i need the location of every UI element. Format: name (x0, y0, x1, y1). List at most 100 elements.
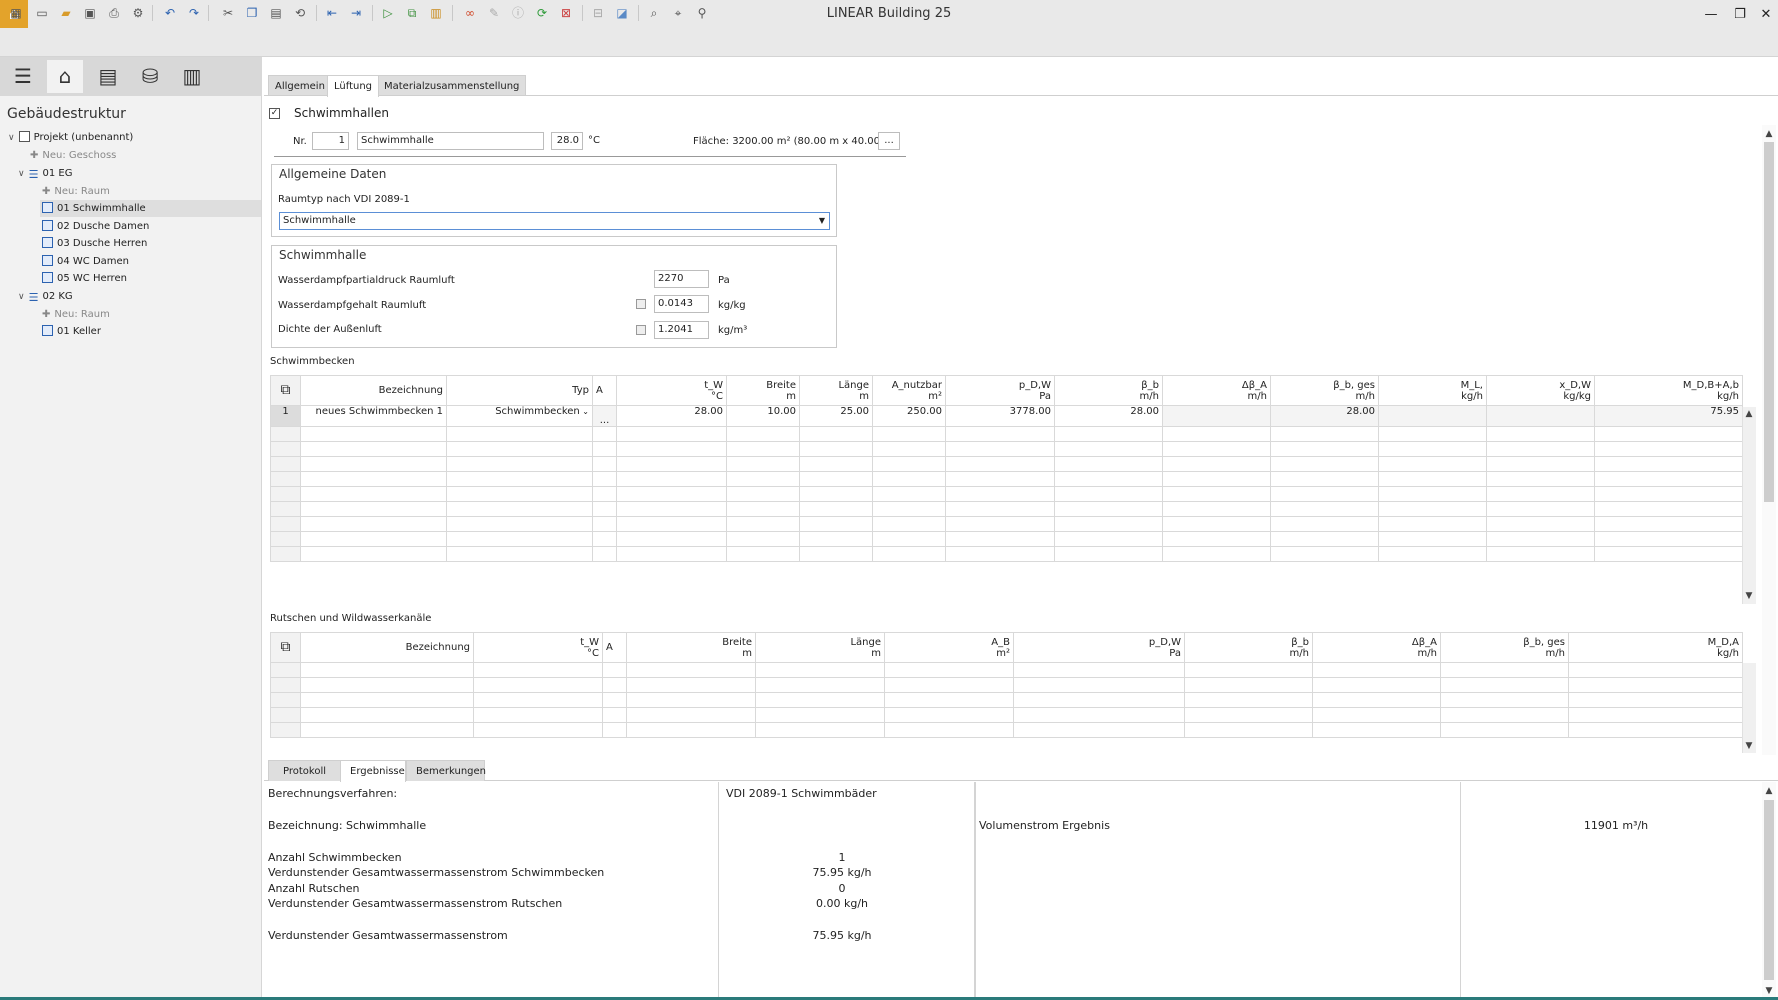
tree-item-new-room[interactable]: ✚ Neu: Raum (42, 306, 260, 323)
table-cell[interactable]: 10.00 (726, 405, 800, 427)
column-header[interactable]: Δβ_A m/h (1312, 632, 1441, 663)
table-cell[interactable] (1486, 405, 1595, 427)
open-folder-icon[interactable]: ▰ (56, 3, 76, 23)
table-cell[interactable]: 3778.00 (945, 405, 1055, 427)
list-icon[interactable]: ▤ (90, 60, 126, 93)
column-header[interactable]: A_nutzbar m² (872, 375, 946, 406)
tree-item-new-room[interactable]: ✚ Neu: Raum (42, 183, 260, 200)
chevron-down-icon[interactable]: ∨ (18, 169, 25, 179)
copy-icon[interactable]: ⧉ (270, 375, 301, 406)
cut-icon[interactable]: ✂ (218, 3, 238, 23)
save-icon[interactable]: ▣ (80, 3, 100, 23)
add-doc-icon[interactable]: ▷ (378, 3, 398, 23)
image-icon[interactable]: ◪ (612, 3, 632, 23)
temperature-field[interactable]: 28.0 (551, 132, 583, 150)
new-file-icon[interactable]: ▭ (32, 3, 52, 23)
room-name-field[interactable]: Schwimmhalle (357, 132, 544, 150)
column-header[interactable]: A (592, 375, 617, 406)
main-scrollbar-thumb[interactable] (1764, 142, 1774, 502)
table-row[interactable] (270, 707, 1743, 723)
column-header[interactable]: t_W °C (616, 375, 727, 406)
tree-item-room[interactable]: 03 Dusche Herren (42, 235, 260, 252)
tree-item-room-schwimmhalle[interactable]: 01 Schwimmhalle (40, 200, 261, 217)
sync-icon[interactable]: ⟳ (532, 3, 552, 23)
chevron-down-icon[interactable]: ∨ (8, 133, 15, 143)
scroll-down-icon[interactable]: ▼ (1742, 741, 1756, 751)
nr-field[interactable]: 1 (312, 132, 349, 150)
measure-icon[interactable]: ⊟ (588, 3, 608, 23)
tree-item-room[interactable]: 04 WC Damen (42, 253, 260, 270)
table-row[interactable] (270, 486, 1743, 502)
column-header[interactable]: β_b m/h (1184, 632, 1313, 663)
scroll-up-icon[interactable]: ▲ (1762, 129, 1776, 139)
minimize-icon[interactable]: — (1700, 5, 1722, 25)
column-header[interactable]: β_b, ges m/h (1270, 375, 1379, 406)
rutschen-scrollbar[interactable] (1742, 663, 1756, 753)
grid-icon[interactable]: ▦ (6, 3, 26, 23)
duplicate-icon[interactable]: ⧉ (402, 3, 422, 23)
table-row[interactable] (270, 516, 1743, 532)
restore-icon[interactable]: ❐ (1729, 5, 1751, 25)
zoom-icon[interactable]: ⌕ (644, 3, 664, 23)
tab-ergebnisse[interactable]: Ergebnisse (340, 760, 406, 782)
tree-item-project[interactable]: ∨ Projekt (unbenannt) (8, 129, 260, 146)
paste-icon[interactable]: ▤ (266, 3, 286, 23)
database-icon[interactable]: ⛁ (132, 60, 168, 93)
report-icon[interactable]: ▥ (426, 3, 446, 23)
menu-icon[interactable]: ☰ (5, 60, 41, 93)
column-header[interactable]: Bezeichnung (300, 632, 474, 663)
schwimmbecken-scrollbar[interactable] (1742, 407, 1756, 604)
column-header[interactable]: β_b m/h (1054, 375, 1163, 406)
column-header[interactable]: Länge m (755, 632, 885, 663)
scroll-up-icon[interactable]: ▲ (1742, 409, 1756, 419)
type-select[interactable]: Schwimmbecken ⌄ (446, 405, 593, 427)
scroll-down-icon[interactable]: ▼ (1762, 986, 1776, 996)
column-header[interactable]: t_W °C (473, 632, 603, 663)
table-row[interactable] (270, 441, 1743, 457)
tab-materialzusammenstellung[interactable]: Materialzusammenstellung (377, 75, 527, 96)
table-row[interactable] (270, 546, 1743, 562)
table-row[interactable] (270, 722, 1743, 738)
partialdruck-field[interactable]: 2270 (654, 270, 709, 288)
column-header[interactable]: x_D,W kg/kg (1486, 375, 1595, 406)
scroll-down-icon[interactable]: ▼ (1742, 591, 1756, 601)
scroll-up-icon[interactable]: ▲ (1762, 786, 1776, 796)
copy-icon[interactable]: ⧉ (270, 632, 301, 663)
delete-icon[interactable]: ⊠ (556, 3, 576, 23)
print-icon[interactable]: ⎙ (104, 3, 124, 23)
import-icon[interactable]: ⇤ (322, 3, 342, 23)
column-header[interactable]: p_D,W Pa (1013, 632, 1185, 663)
pipette-icon[interactable]: ⚲ (692, 3, 712, 23)
column-header[interactable]: Δβ_A m/h (1162, 375, 1271, 406)
table-cell[interactable]: 250.00 (872, 405, 946, 427)
column-header[interactable]: β_b, ges m/h (1440, 632, 1569, 663)
close-icon[interactable]: ✕ (1755, 5, 1777, 25)
link-icon[interactable]: ∞ (460, 3, 480, 23)
calculate-icon[interactable] (636, 325, 646, 335)
building-icon[interactable]: ⌂ (47, 60, 83, 93)
column-header[interactable]: A_B m² (884, 632, 1014, 663)
table-row[interactable] (270, 677, 1743, 693)
table-row[interactable] (270, 662, 1743, 678)
column-header[interactable]: Typ (446, 375, 593, 406)
row-number[interactable]: 1 (270, 405, 301, 427)
table-cell[interactable]: 75.95 (1594, 405, 1743, 427)
raumtyp-select[interactable]: Schwimmhalle ▼ (279, 212, 830, 230)
column-header[interactable]: Länge m (799, 375, 873, 406)
tab-bemerkungen[interactable]: Bemerkungen (406, 760, 486, 781)
tab-protokoll[interactable]: Protokoll (268, 760, 341, 781)
table-row[interactable] (270, 471, 1743, 487)
column-header[interactable]: A (602, 632, 627, 663)
document-icon[interactable]: ▥ (174, 60, 210, 93)
table-cell[interactable]: neues Schwimmbecken 1 (300, 405, 447, 427)
undo-icon[interactable]: ↶ (160, 3, 180, 23)
dampfgehalt-field[interactable]: 0.0143 (654, 295, 709, 313)
pencil-icon[interactable]: ✎ (484, 3, 504, 23)
tree-item-room[interactable]: 01 Keller (42, 323, 260, 340)
refresh-icon[interactable]: ⟲ (290, 3, 310, 23)
column-header[interactable]: Bezeichnung (300, 375, 447, 406)
table-cell[interactable] (1378, 405, 1487, 427)
column-header[interactable]: M_D,A kg/h (1568, 632, 1743, 663)
redo-icon[interactable]: ↷ (184, 3, 204, 23)
table-cell[interactable]: 28.00 (616, 405, 727, 427)
